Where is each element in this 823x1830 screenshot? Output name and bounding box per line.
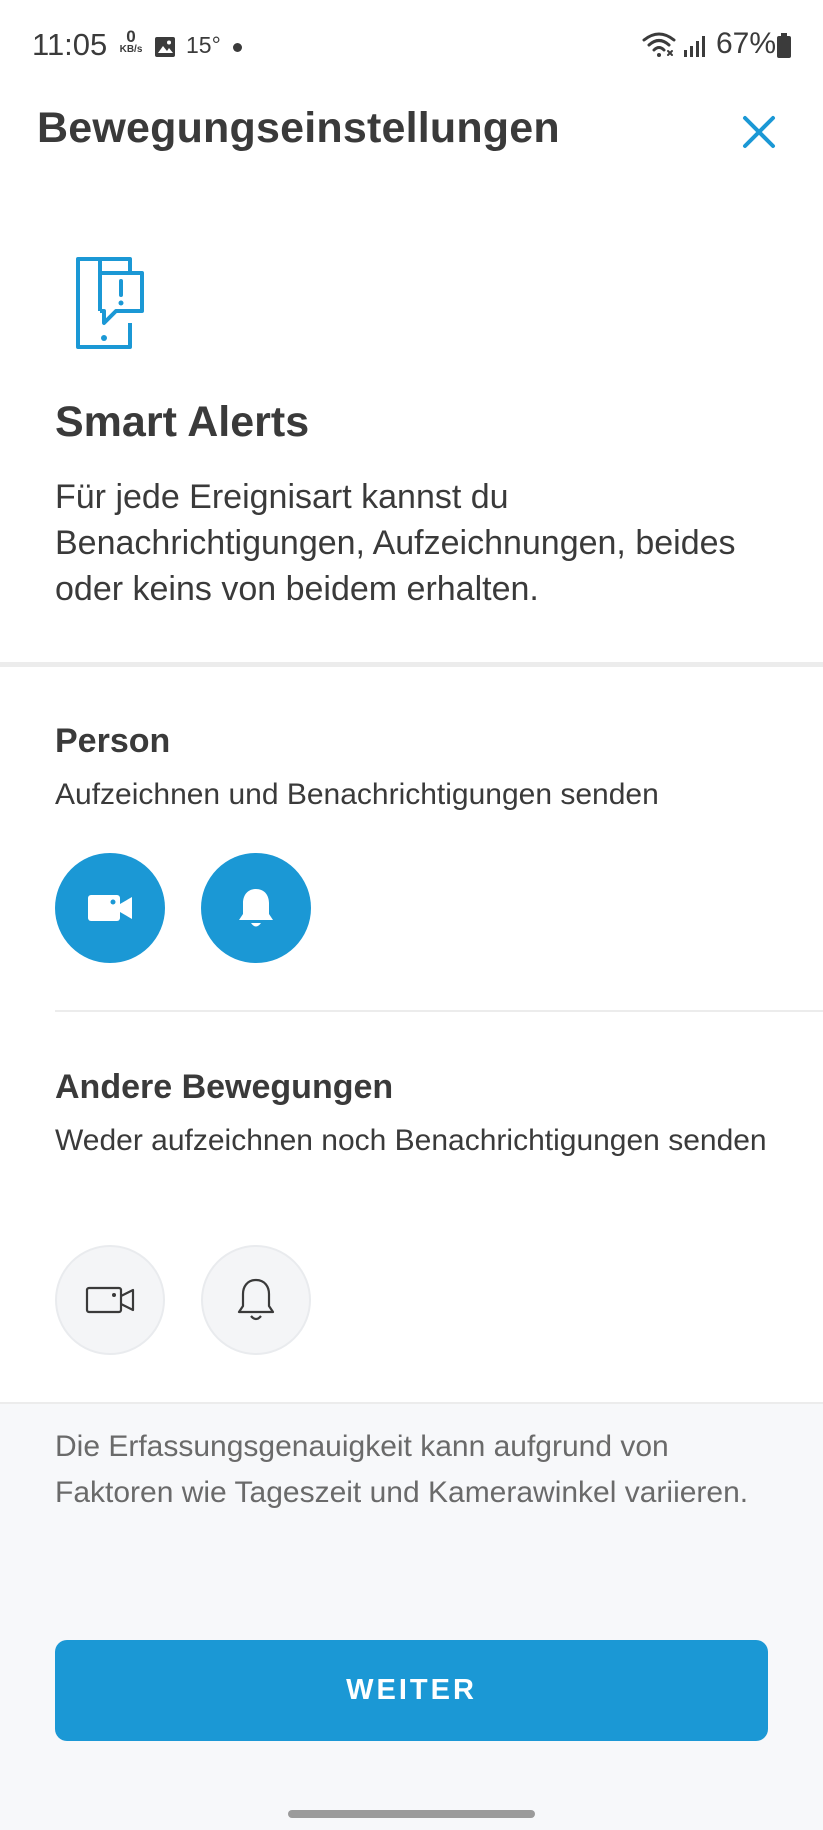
section-divider-thin xyxy=(55,1010,823,1012)
other-motion-section-subtitle: Weder aufzeichnen noch Benachrichtigunge… xyxy=(55,1124,767,1157)
accuracy-note: Die Erfassungsgenauigkeit kann aufgrund … xyxy=(55,1430,749,1509)
smart-alerts-title: Smart Alerts xyxy=(55,398,310,446)
battery-percent: 67% xyxy=(716,27,777,60)
other-motion-notify-toggle[interactable] xyxy=(201,1245,311,1355)
close-button[interactable] xyxy=(733,106,785,158)
page-title: Bewegungseinstellungen xyxy=(37,104,560,152)
home-indicator[interactable] xyxy=(288,1810,535,1818)
other-motion-section-title: Andere Bewegungen xyxy=(55,1068,394,1106)
net-speed-unit: KB/s xyxy=(119,44,143,55)
video-camera-icon xyxy=(85,1286,135,1314)
weiter-button[interactable]: WEITER xyxy=(55,1640,768,1741)
wifi-icon xyxy=(641,30,677,68)
smart-alerts-description: Für jede Ereignisart kannst du Benachric… xyxy=(55,478,736,608)
person-record-toggle[interactable] xyxy=(55,853,165,963)
battery-icon xyxy=(776,33,792,67)
signal-icon xyxy=(683,32,709,66)
status-time: 11:05 xyxy=(32,27,108,62)
image-icon xyxy=(153,33,177,67)
net-speed-value: 0 xyxy=(126,27,136,46)
person-notify-toggle[interactable] xyxy=(201,853,311,963)
notification-dot-icon xyxy=(233,43,242,52)
other-motion-record-toggle[interactable] xyxy=(55,1245,165,1355)
video-camera-icon xyxy=(88,895,132,921)
bell-icon xyxy=(237,1278,275,1321)
status-temperature: 15° xyxy=(186,32,221,58)
phone-alert-icon xyxy=(72,255,148,356)
footer-area: Die Erfassungsgenauigkeit kann aufgrund … xyxy=(0,1402,823,1830)
net-speed: 0 KB/s xyxy=(116,27,146,56)
close-icon xyxy=(743,116,775,148)
status-bar: 11:05 0 KB/s 15° 67% xyxy=(0,0,823,92)
person-section-subtitle: Aufzeichnen und Benachrichtigungen sende… xyxy=(55,778,659,811)
person-section-title: Person xyxy=(55,722,171,760)
section-divider xyxy=(0,662,823,667)
bell-icon xyxy=(239,889,273,927)
